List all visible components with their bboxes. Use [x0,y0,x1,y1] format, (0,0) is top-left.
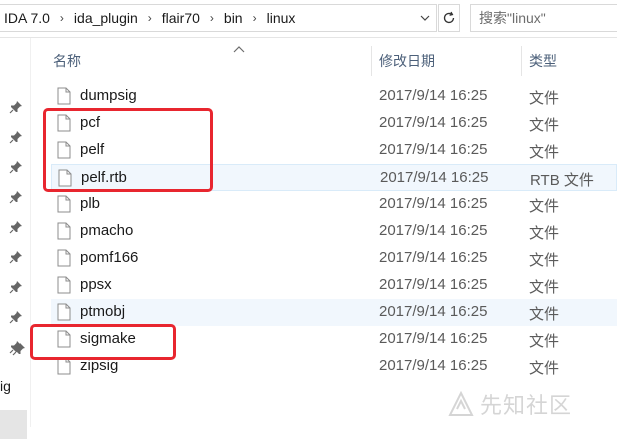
breadcrumb-item-ida-plugin[interactable]: ida_plugin [70,10,142,26]
nav-item-selected[interactable] [0,410,27,439]
file-row[interactable]: pomf166 2017/9/14 16:25 文件 [51,245,617,272]
watermark-logo-icon [448,391,474,416]
pin-icon[interactable] [9,280,23,294]
file-type: 文件 [529,198,560,215]
search-placeholder: 搜索"linux" [479,10,546,26]
file-icon [57,87,71,105]
file-type: 文件 [529,225,560,242]
column-header-name[interactable]: 名称 [46,50,366,72]
file-date: 2017/9/14 16:25 [379,114,488,131]
breadcrumb-item-bin[interactable]: bin [220,10,247,26]
address-bar: IDA 7.0 › ida_plugin › flair70 › bin › l… [0,0,617,38]
file-date: 2017/9/14 16:25 [380,169,489,186]
file-row[interactable]: pmacho 2017/9/14 16:25 文件 [51,218,617,245]
watermark-text: 先知社区 [480,393,573,418]
file-type: 文件 [529,90,560,107]
annotation-highlight-box [43,108,213,192]
pin-icon[interactable] [9,220,23,234]
file-icon [57,222,71,240]
sort-ascending-icon [233,40,245,53]
file-icon [57,195,71,213]
column-header-type[interactable]: 类型 [522,50,617,72]
file-name[interactable]: ptmobj [80,303,125,320]
pane-divider [30,38,31,427]
annotation-highlight-box [30,324,176,360]
file-name[interactable]: pmacho [80,222,133,239]
file-row[interactable]: ptmobj 2017/9/14 16:25 文件 [51,299,617,326]
file-name[interactable]: ppsx [80,276,112,293]
pin-icon[interactable] [9,250,23,264]
file-date: 2017/9/14 16:25 [379,87,488,104]
pin-icon[interactable] [12,342,26,356]
file-row[interactable]: dumpsig 2017/9/14 16:25 文件 [51,83,617,110]
file-date: 2017/9/14 16:25 [379,141,488,158]
file-date: 2017/9/14 16:25 [379,303,488,320]
file-type: RTB 文件 [530,172,594,189]
pin-icon[interactable] [9,100,23,114]
column-header-date[interactable]: 修改日期 [372,50,522,72]
watermark: 先知社区 [448,388,572,420]
breadcrumb[interactable]: IDA 7.0 › ida_plugin › flair70 › bin › l… [0,4,437,32]
breadcrumb-item-ida70[interactable]: IDA 7.0 [0,10,54,26]
breadcrumb-separator-icon[interactable]: › [54,11,70,25]
file-icon [57,276,71,294]
pin-icon[interactable] [9,190,23,204]
file-date: 2017/9/14 16:25 [379,357,488,374]
chevron-down-icon[interactable] [414,4,436,32]
file-type: 文件 [529,360,560,377]
file-type: 文件 [529,252,560,269]
file-date: 2017/9/14 16:25 [379,195,488,212]
file-date: 2017/9/14 16:25 [379,222,488,239]
search-input[interactable]: 搜索"linux" [470,4,617,32]
pin-icon[interactable] [9,310,23,324]
file-name[interactable]: plb [80,195,100,212]
nav-item-partial-label[interactable]: ig [0,378,11,394]
pin-icon[interactable] [9,130,23,144]
file-name[interactable]: pomf166 [80,249,138,266]
file-row[interactable]: plb 2017/9/14 16:25 文件 [51,191,617,218]
file-name[interactable]: dumpsig [80,87,137,104]
file-date: 2017/9/14 16:25 [379,249,488,266]
file-date: 2017/9/14 16:25 [379,276,488,293]
breadcrumb-separator-icon[interactable]: › [204,11,220,25]
file-type: 文件 [529,333,560,350]
breadcrumb-item-flair70[interactable]: flair70 [158,10,204,26]
file-type: 文件 [529,279,560,296]
file-icon [57,249,71,267]
file-type: 文件 [529,117,560,134]
file-row[interactable]: ppsx 2017/9/14 16:25 文件 [51,272,617,299]
refresh-icon[interactable] [438,4,460,32]
file-date: 2017/9/14 16:25 [379,330,488,347]
column-header-row: 名称 修改日期 类型 [31,38,617,78]
navigation-pane: ig [0,38,30,439]
file-type: 文件 [529,144,560,161]
breadcrumb-separator-icon[interactable]: › [142,11,158,25]
breadcrumb-separator-icon[interactable]: › [247,11,263,25]
file-type: 文件 [529,306,560,323]
breadcrumb-item-linux[interactable]: linux [263,10,300,26]
pin-icon[interactable] [9,160,23,174]
file-icon [57,303,71,321]
